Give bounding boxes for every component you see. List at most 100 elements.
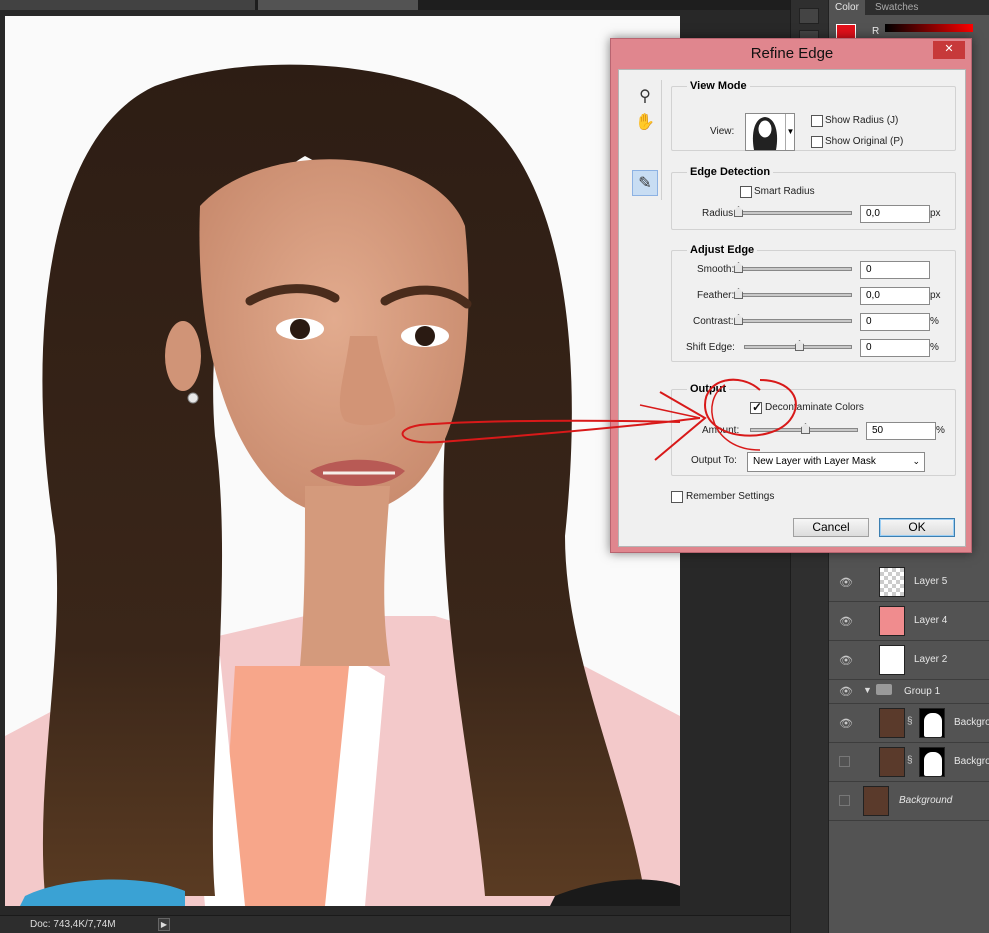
photoshop-window: Doc: 743,4K/7,74M ▶ Color Swatches R 👁 L… (0, 0, 989, 933)
layer-thumbnail (879, 708, 905, 738)
layer-name: Layer 4 (914, 615, 948, 626)
smart-radius-label: Smart Radius (754, 186, 815, 197)
decontaminate-colors-checkbox[interactable] (750, 400, 762, 414)
radius-slider[interactable] (734, 206, 852, 217)
visibility-eye-icon[interactable]: 👁 (839, 576, 853, 589)
layer-row[interactable]: 👁 Layer 2 (829, 641, 989, 680)
visibility-toggle-off[interactable] (839, 756, 850, 767)
shift-edge-slider[interactable] (744, 340, 852, 351)
show-radius-checkbox[interactable] (811, 115, 823, 127)
document-tab-active[interactable] (258, 0, 418, 10)
status-bar: Doc: 743,4K/7,74M ▶ (0, 915, 790, 933)
layer-thumbnail (863, 786, 889, 816)
group-title: Edge Detection (690, 166, 771, 178)
layer-thumbnail (879, 606, 905, 636)
dialog-body: ⚲ ✋ ✎ View Mode View: ▼ Show Radius (J) (618, 69, 966, 547)
radius-unit: px (930, 208, 941, 219)
link-icon[interactable]: § (907, 755, 913, 766)
layer-name: Layer 5 (914, 576, 948, 587)
layer-name: Backgro (954, 717, 989, 728)
amount-label: Amount: (702, 425, 740, 436)
layer-thumbnail (879, 747, 905, 777)
slider-knob[interactable] (734, 314, 743, 325)
smart-radius-checkbox[interactable] (740, 186, 752, 198)
decontaminate-colors-label: Decontaminate Colors (765, 402, 864, 413)
history-icon[interactable] (799, 8, 819, 24)
visibility-toggle-off[interactable] (839, 795, 850, 806)
tab-color[interactable]: Color (829, 0, 865, 15)
smooth-input[interactable]: 0 (860, 261, 930, 279)
group-title: View Mode (690, 80, 747, 92)
slider-knob[interactable] (795, 340, 804, 351)
contrast-label: Contrast: (693, 316, 734, 327)
chevron-down-icon: ⌄ (912, 456, 920, 466)
shift-edge-label: Shift Edge: (686, 342, 735, 353)
output-to-value: New Layer with Layer Mask (753, 456, 876, 467)
amount-input[interactable]: 50 (866, 422, 936, 440)
document-tab[interactable] (0, 0, 255, 10)
layer-row[interactable]: 👁 Layer 4 (829, 602, 989, 641)
link-icon[interactable]: § (907, 716, 913, 727)
group-title: Adjust Edge (690, 244, 755, 256)
layer-name: Background (899, 795, 953, 806)
cancel-button[interactable]: Cancel (793, 518, 869, 537)
status-menu-arrow-icon[interactable]: ▶ (158, 918, 170, 931)
layer-row[interactable]: 👁 § Backgro (829, 704, 989, 743)
remember-settings-label: Remember Settings (686, 491, 775, 502)
view-preview-icon (752, 117, 778, 150)
layer-name: Backgro (954, 756, 989, 767)
chevron-down-icon[interactable]: ▼ (785, 114, 795, 150)
dialog-title: Refine Edge (750, 45, 834, 62)
document-canvas[interactable] (5, 16, 680, 906)
edge-detection-group: Edge Detection Smart Radius Radius: 0,0 … (671, 166, 956, 230)
visibility-eye-icon[interactable]: 👁 (839, 685, 853, 698)
layer-row[interactable]: Background (829, 782, 989, 821)
document-size-readout: Doc: 743,4K/7,74M (30, 919, 116, 930)
slider-knob[interactable] (801, 423, 810, 434)
visibility-eye-icon[interactable]: 👁 (839, 615, 853, 628)
visibility-eye-icon[interactable]: 👁 (839, 654, 853, 667)
slider-knob[interactable] (734, 262, 743, 273)
tool-separator (661, 80, 662, 200)
portrait-photo (5, 16, 680, 906)
expand-triangle-icon[interactable]: ▼ (863, 685, 872, 695)
amount-slider[interactable] (750, 423, 858, 434)
folder-icon (876, 684, 892, 695)
zoom-tool-icon[interactable]: ⚲ (632, 84, 658, 110)
group-row[interactable]: 👁 ▼ Group 1 (829, 680, 989, 704)
layer-row[interactable]: § Backgro (829, 743, 989, 782)
layer-mask-thumbnail[interactable] (919, 747, 945, 777)
color-panel-tabs: Color Swatches (829, 0, 989, 15)
feather-label: Feather: (697, 290, 735, 301)
amount-unit: % (936, 425, 945, 436)
feather-slider[interactable] (734, 288, 852, 299)
red-channel-slider[interactable] (885, 24, 973, 32)
layer-thumbnail (879, 567, 905, 597)
ok-button[interactable]: OK (879, 518, 955, 537)
close-button[interactable]: ✕ (933, 41, 965, 59)
output-to-dropdown[interactable]: New Layer with Layer Mask ⌄ (747, 452, 925, 472)
refine-radius-brush-icon[interactable]: ✎ (632, 170, 658, 196)
smooth-slider[interactable] (734, 262, 852, 273)
shift-edge-input[interactable]: 0 (860, 339, 930, 357)
contrast-slider[interactable] (734, 314, 852, 325)
visibility-eye-icon[interactable]: 👁 (839, 717, 853, 730)
radius-input[interactable]: 0,0 (860, 205, 930, 223)
show-original-checkbox[interactable] (811, 136, 823, 148)
output-to-label: Output To: (691, 455, 737, 466)
contrast-input[interactable]: 0 (860, 313, 930, 331)
hand-tool-icon[interactable]: ✋ (632, 110, 658, 136)
remember-settings-checkbox[interactable] (671, 491, 683, 503)
red-channel-label: R (872, 26, 880, 37)
tab-swatches[interactable]: Swatches (869, 0, 924, 15)
feather-input[interactable]: 0,0 (860, 287, 930, 305)
group-name: Group 1 (904, 686, 941, 697)
layer-row[interactable]: 👁 Layer 5 (829, 563, 989, 602)
layer-thumbnail (879, 645, 905, 675)
show-original-label: Show Original (P) (825, 136, 904, 147)
radius-label: Radius: (702, 208, 736, 219)
layer-name: Layer 2 (914, 654, 948, 665)
slider-knob[interactable] (734, 288, 743, 299)
view-label: View: (710, 126, 735, 137)
layer-mask-thumbnail[interactable] (919, 708, 945, 738)
